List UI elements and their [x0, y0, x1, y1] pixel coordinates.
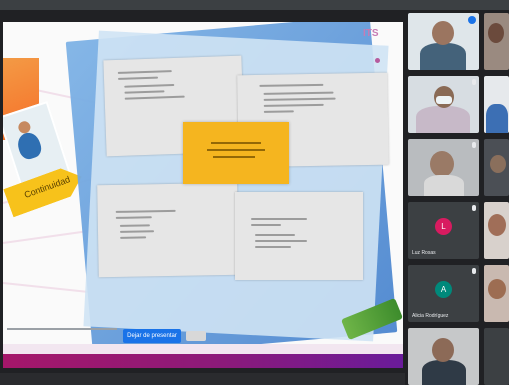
participant-tile[interactable]	[408, 328, 479, 385]
participant-shirt	[416, 106, 470, 133]
card-bottom-right	[235, 192, 363, 280]
shared-slide: Continuidad ITS Dejar de presentar	[3, 22, 403, 368]
participant-face	[488, 279, 506, 299]
bottom-bar	[0, 373, 405, 385]
participant-name: Alicia Rodríguez	[412, 313, 449, 319]
avatar: L	[435, 218, 452, 235]
participant-gallery: L Luz Rosas A Alicia Rodríguez	[405, 10, 509, 385]
participant-tile-partial[interactable]	[484, 265, 509, 322]
participant-tile-partial[interactable]	[484, 328, 509, 385]
participant-face	[488, 214, 506, 236]
participant-shirt	[420, 43, 466, 70]
speaking-icon	[468, 16, 476, 24]
participant-shirt	[424, 175, 464, 196]
participant-tile-partial[interactable]	[484, 13, 509, 70]
participant-face	[430, 151, 454, 177]
stop-presenting-button[interactable]: Dejar de presentar	[123, 329, 181, 343]
participant-tile[interactable]	[408, 76, 479, 133]
participant-tile-partial[interactable]	[484, 139, 509, 196]
participant-tile-partial[interactable]	[484, 76, 509, 133]
person-body	[14, 129, 44, 162]
participant-tile[interactable]	[408, 13, 479, 70]
avatar: A	[435, 281, 452, 298]
participant-shirt	[486, 104, 508, 133]
participant-tile[interactable]: L Luz Rosas	[408, 202, 479, 259]
top-bar	[0, 0, 509, 10]
participant-tile[interactable]	[408, 139, 479, 196]
meeting-screen: Continuidad ITS Dejar de presentar L Luz…	[0, 0, 509, 385]
participant-face	[432, 21, 454, 45]
presenter-bar-text	[7, 328, 117, 330]
mic-icon	[472, 142, 476, 148]
participant-face	[490, 155, 506, 173]
card-bottom-left	[97, 182, 239, 278]
mic-icon	[472, 205, 476, 211]
participant-tile-partial[interactable]	[484, 202, 509, 259]
hide-button[interactable]	[186, 331, 206, 341]
mic-icon	[472, 268, 476, 274]
participant-face	[432, 338, 454, 362]
slide-logo: ITS	[363, 28, 379, 39]
center-highlight-box	[183, 122, 289, 184]
participant-shirt	[422, 360, 466, 385]
slide-footer-band	[3, 344, 403, 354]
participant-name: Luz Rosas	[412, 250, 436, 256]
participant-tile[interactable]: A Alicia Rodríguez	[408, 265, 479, 322]
mic-icon	[472, 79, 476, 85]
mask-icon	[436, 96, 452, 104]
participant-face	[488, 23, 504, 43]
slide-footer	[3, 354, 403, 368]
page-dot	[375, 58, 380, 63]
